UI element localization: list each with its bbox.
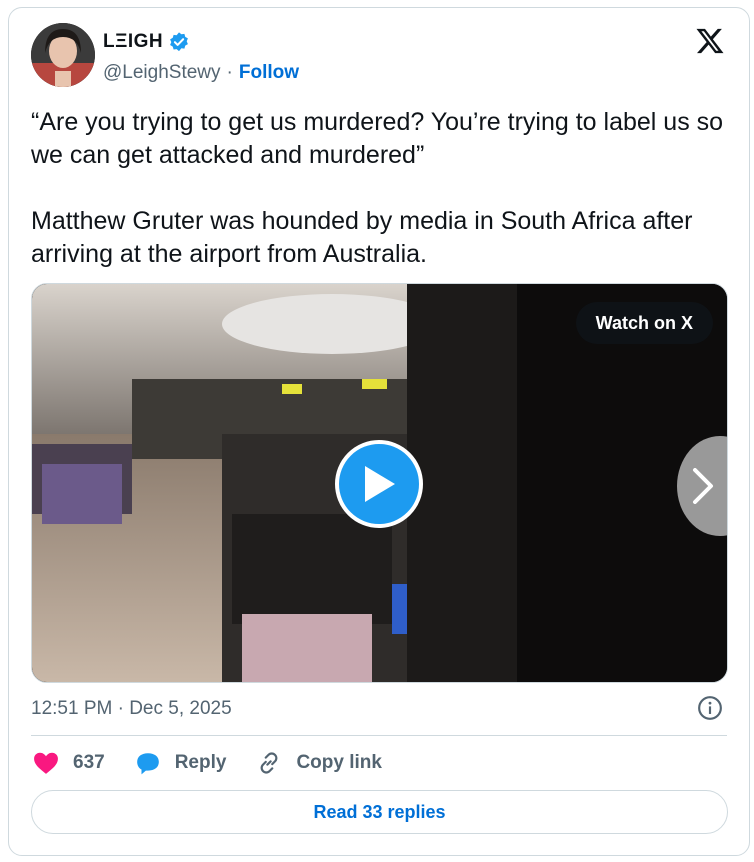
like-count: 637: [73, 752, 105, 773]
verified-badge-icon: [168, 31, 190, 53]
author-handle[interactable]: @LeighStewy: [103, 62, 221, 84]
info-icon[interactable]: [697, 695, 723, 721]
chevron-right-icon: [693, 468, 713, 504]
tweet-embed-card: LΞIGH @LeighStewy · Follow “Are you tryi…: [8, 7, 750, 856]
author-display-name[interactable]: LΞIGH: [103, 31, 163, 53]
play-button[interactable]: [335, 440, 423, 528]
tweet-text: “Are you trying to get us murdered? You’…: [31, 108, 724, 268]
like-button[interactable]: 637: [33, 751, 105, 775]
copy-link-button[interactable]: Copy link: [256, 750, 382, 776]
avatar[interactable]: [31, 23, 95, 87]
x-logo-icon[interactable]: [695, 26, 725, 56]
watch-on-x-button[interactable]: Watch on X: [575, 302, 713, 344]
reply-label: Reply: [174, 752, 227, 773]
heart-icon: [34, 752, 58, 774]
copy-link-label: Copy link: [296, 752, 382, 773]
link-icon: [261, 752, 278, 774]
tweet-timestamp[interactable]: 12:51 PM · Dec 5, 2025: [31, 698, 232, 720]
divider: [31, 735, 727, 736]
follow-button[interactable]: Follow: [239, 62, 299, 84]
reply-bubble-icon: [136, 753, 159, 775]
read-replies-button[interactable]: Read 33 replies: [31, 790, 728, 834]
action-bar: 637 Reply Copy link: [33, 748, 412, 778]
reply-button[interactable]: Reply: [135, 751, 227, 775]
play-icon: [365, 466, 395, 502]
handle-separator: ·: [226, 62, 233, 83]
video-player[interactable]: Watch on X: [31, 283, 728, 683]
